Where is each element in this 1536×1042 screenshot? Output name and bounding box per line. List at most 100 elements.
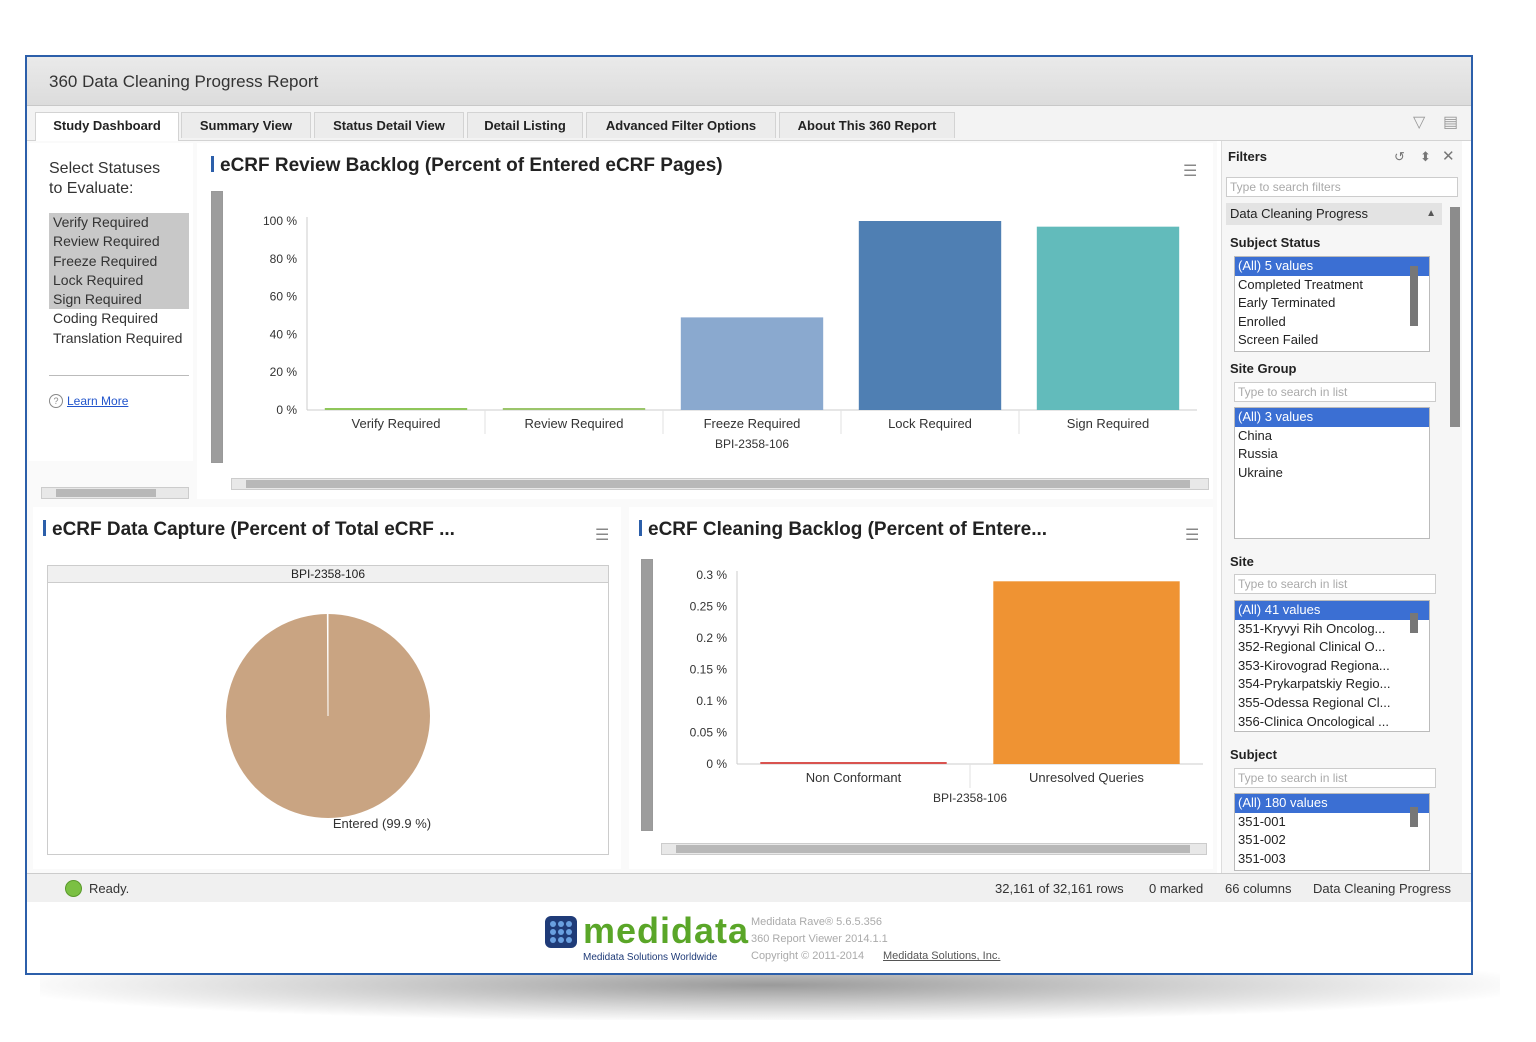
review-bar-chart: 100 % 80 % 60 % 40 % 20 % 0 % Verify Required R… bbox=[263, 214, 1197, 451]
status-item-freeze[interactable]: Freeze Required bbox=[49, 251, 189, 271]
tab-status-detail-view[interactable]: Status Detail View bbox=[314, 112, 464, 138]
x-group-label: BPI-2358-106 bbox=[715, 437, 789, 451]
bar bbox=[1036, 226, 1180, 410]
capture-menu-icon[interactable]: ☰ bbox=[595, 525, 609, 545]
medidata-logo-icon bbox=[545, 916, 577, 948]
site-list: (All) 41 values 351-Kryvyi Rih Oncolog..… bbox=[1234, 600, 1430, 732]
y-tick-label: 0 % bbox=[276, 403, 297, 417]
subject-status-scrollbar[interactable] bbox=[1410, 266, 1418, 326]
filter-item[interactable]: Completed Treatment bbox=[1235, 276, 1429, 295]
dashboard-area: Select Statuses to Evaluate: Verify Requ… bbox=[27, 141, 1217, 873]
copyright-text: Copyright © 2011-2014 bbox=[751, 950, 865, 962]
subject-scrollbar[interactable] bbox=[1410, 807, 1418, 827]
help-icon: ? bbox=[49, 394, 63, 408]
bar bbox=[993, 581, 1180, 764]
site-search-input[interactable]: Type to search in list bbox=[1234, 574, 1436, 594]
y-tick-label: 20 % bbox=[270, 365, 298, 379]
bar bbox=[858, 221, 1002, 410]
tab-advanced-filter-options[interactable]: Advanced Filter Options bbox=[586, 112, 776, 138]
cleaning-vscrollbar[interactable] bbox=[641, 559, 653, 831]
status-item-lock[interactable]: Lock Required bbox=[49, 270, 189, 291]
site-group-label: Site Group bbox=[1230, 361, 1297, 376]
filter-item[interactable]: (All) 180 values bbox=[1235, 794, 1429, 813]
ready-status-icon bbox=[65, 880, 82, 897]
footer: medidata Medidata Solutions Worldwide Me… bbox=[27, 902, 1471, 973]
status-item-coding[interactable]: Coding Required bbox=[49, 309, 189, 328]
reset-icon[interactable]: ↺ bbox=[1394, 149, 1405, 165]
y-tick-label: 80 % bbox=[270, 252, 298, 266]
cleaning-menu-icon[interactable]: ☰ bbox=[1185, 525, 1199, 545]
review-vscrollbar[interactable] bbox=[211, 191, 223, 463]
y-tick-label: 0.25 % bbox=[690, 600, 728, 614]
status-item-sign[interactable]: Sign Required bbox=[49, 290, 189, 310]
report-window: 360 Data Cleaning Progress Report Study … bbox=[25, 55, 1473, 975]
tab-summary-view[interactable]: Summary View bbox=[181, 112, 311, 138]
y-tick-label: 0.05 % bbox=[690, 726, 728, 740]
status-hscrollbar[interactable] bbox=[41, 487, 189, 499]
filter-item[interactable]: 351-003 bbox=[1235, 850, 1429, 869]
filter-group-header[interactable]: Data Cleaning Progress ▲ bbox=[1226, 203, 1442, 225]
title-bar: 360 Data Cleaning Progress Report bbox=[27, 57, 1471, 106]
medidata-logo-text: medidata bbox=[583, 910, 750, 951]
capture-chart-title: eCRF Data Capture (Percent of Total eCRF… bbox=[43, 519, 455, 541]
filter-item[interactable]: Early Terminated bbox=[1235, 294, 1429, 313]
bar bbox=[760, 762, 947, 764]
cleaning-backlog-panel: eCRF Cleaning Backlog (Percent of Entere… bbox=[629, 507, 1213, 869]
filter-item[interactable]: 356-Clinica Oncological ... bbox=[1235, 713, 1429, 731]
learn-more-link[interactable]: Learn More bbox=[67, 394, 128, 408]
filter-item[interactable]: 353-Kirovograd Regiona... bbox=[1235, 657, 1429, 676]
filter-item[interactable]: Screen Failed bbox=[1235, 331, 1429, 350]
close-icon[interactable]: ✕ bbox=[1442, 147, 1455, 165]
filter-icon[interactable]: ▽ bbox=[1413, 112, 1425, 132]
filters-search-input[interactable]: Type to search filters bbox=[1226, 177, 1458, 197]
filter-item[interactable]: 355-Odessa Regional Cl... bbox=[1235, 694, 1429, 713]
company-link[interactable]: Medidata Solutions, Inc. bbox=[883, 950, 1000, 962]
review-menu-icon[interactable]: ☰ bbox=[1183, 161, 1197, 181]
x-category-label: Unresolved Queries bbox=[1029, 770, 1144, 785]
filters-vscrollbar[interactable] bbox=[1450, 207, 1460, 427]
cleaning-bar-chart: 0.3 % 0.25 % 0.2 % 0.15 % 0.1 % 0.05 % 0 % Non … bbox=[690, 568, 1203, 805]
x-category-label: Freeze Required bbox=[704, 416, 801, 431]
version-text: Medidata Rave® 5.6.5.356 bbox=[751, 916, 883, 928]
bar bbox=[680, 317, 824, 410]
filter-item[interactable]: (All) 3 values bbox=[1235, 408, 1429, 427]
learn-more: ? Learn More bbox=[49, 394, 128, 408]
filter-item[interactable]: Ukraine bbox=[1235, 464, 1429, 483]
x-category-label: Review Required bbox=[525, 416, 624, 431]
data-capture-panel: eCRF Data Capture (Percent of Total eCRF… bbox=[33, 507, 621, 869]
cleaning-hscrollbar[interactable] bbox=[661, 843, 1207, 855]
filter-item[interactable]: Enrolled bbox=[1235, 313, 1429, 332]
y-tick-label: 0.1 % bbox=[696, 694, 727, 708]
status-item-verify[interactable]: Verify Required bbox=[49, 213, 189, 233]
filter-item[interactable]: 351-001 bbox=[1235, 813, 1429, 832]
filter-item[interactable]: 352-Regional Clinical O... bbox=[1235, 638, 1429, 657]
active-table[interactable]: Data Cleaning Progress bbox=[1313, 881, 1451, 896]
status-bar: Ready. 32,161 of 32,161 rows 0 marked 66… bbox=[27, 873, 1471, 902]
pie-header: BPI-2358-106 bbox=[48, 566, 608, 583]
pin-icon[interactable]: ⬍ bbox=[1420, 149, 1431, 165]
subject-status-label: Subject Status bbox=[1230, 235, 1321, 250]
filter-item[interactable]: (All) 41 values bbox=[1235, 601, 1429, 620]
tab-detail-listing[interactable]: Detail Listing bbox=[467, 112, 583, 138]
filters-panel: Filters ↺ ⬍ ✕ Type to search filters Dat… bbox=[1221, 141, 1462, 873]
filter-item[interactable]: 351-Kryvyi Rih Oncolog... bbox=[1235, 620, 1429, 639]
review-hscrollbar[interactable] bbox=[231, 478, 1209, 490]
viewer-text: 360 Report Viewer 2014.1.1 bbox=[751, 933, 888, 945]
filter-item[interactable]: 351-002 bbox=[1235, 831, 1429, 850]
tab-about-report[interactable]: About This 360 Report bbox=[779, 112, 955, 138]
site-scrollbar[interactable] bbox=[1410, 613, 1418, 633]
filter-item[interactable]: China bbox=[1235, 427, 1429, 446]
status-list: Verify Required Review Required Freeze R… bbox=[49, 213, 189, 376]
details-icon[interactable]: ▤ bbox=[1443, 112, 1458, 132]
status-item-review[interactable]: Review Required bbox=[49, 232, 189, 252]
filter-item[interactable]: Russia bbox=[1235, 445, 1429, 464]
subject-search-input[interactable]: Type to search in list bbox=[1234, 768, 1436, 788]
x-category-label: Sign Required bbox=[1067, 416, 1149, 431]
collapse-icon[interactable]: ▲ bbox=[1426, 203, 1436, 225]
site-group-search-input[interactable]: Type to search in list bbox=[1234, 382, 1436, 402]
filter-group-label: Data Cleaning Progress bbox=[1230, 206, 1369, 221]
filter-item[interactable]: 354-Prykarpatskiy Regio... bbox=[1235, 675, 1429, 694]
filter-item[interactable]: (All) 5 values bbox=[1235, 257, 1429, 276]
status-item-translation[interactable]: Translation Required bbox=[49, 329, 189, 348]
tab-study-dashboard[interactable]: Study Dashboard bbox=[35, 112, 179, 141]
